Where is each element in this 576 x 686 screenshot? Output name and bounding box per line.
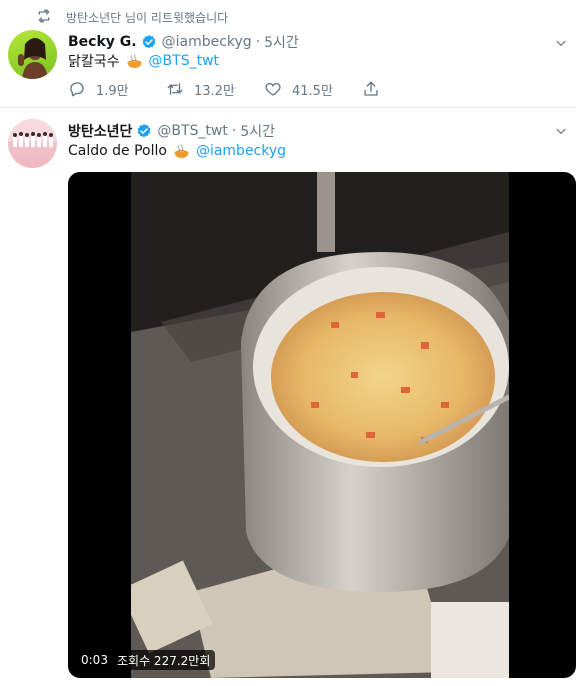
tweet-text-content: 닭칼국수 <box>68 54 120 70</box>
steaming-bowl-icon <box>126 53 142 68</box>
author-name[interactable]: Becky G. <box>68 34 137 50</box>
retweet-button[interactable]: 13.2만 <box>166 80 264 99</box>
retweet-context: 방탄소년단 님이 리트윗했습니다 <box>38 8 229 26</box>
tweet1-header: Becky G. @iambeckyg · 5시간 <box>68 32 299 52</box>
like-button[interactable]: 41.5만 <box>264 80 362 99</box>
chevron-down-icon[interactable] <box>554 124 568 138</box>
author-name[interactable]: 방탄소년단 <box>68 121 132 141</box>
like-count: 41.5만 <box>292 83 333 99</box>
mention-link[interactable]: @iambeckyg <box>196 143 286 159</box>
heart-icon <box>265 82 281 96</box>
verified-badge-icon <box>138 124 151 138</box>
mention-link[interactable]: @BTS_twt <box>149 53 219 69</box>
retweet-icon <box>167 83 183 95</box>
chevron-down-icon[interactable] <box>554 36 568 50</box>
video-frame <box>131 172 509 678</box>
video-timestamp: 0:03 <box>76 650 113 670</box>
reply-icon <box>70 82 84 97</box>
separator-dot: · <box>231 123 237 139</box>
share-icon <box>364 81 378 96</box>
author-handle[interactable]: @iambeckyg <box>162 34 252 50</box>
video-player[interactable]: 0:03 조회수 227.2만회 <box>68 172 576 678</box>
tweet-divider <box>0 107 576 108</box>
tweet2-text: Caldo de Pollo @iambeckyg <box>68 140 286 162</box>
retweet-count: 13.2만 <box>194 83 235 99</box>
verified-badge-icon <box>142 35 155 49</box>
reply-count: 1.9만 <box>96 83 129 99</box>
avatar-becky-g[interactable] <box>8 30 57 79</box>
tweet1-actions: 1.9만 13.2만 41.5만 <box>68 78 380 100</box>
tweet2-header: 방탄소년단 @BTS_twt · 5시간 <box>68 121 275 141</box>
separator-dot: · <box>255 34 261 50</box>
reply-button[interactable]: 1.9만 <box>68 80 166 99</box>
share-button[interactable] <box>362 80 380 98</box>
tweet-text-content: Caldo de Pollo <box>68 143 167 159</box>
avatar-bts[interactable] <box>8 119 57 168</box>
tweet-timestamp[interactable]: 5시간 <box>264 32 299 52</box>
tweet-timestamp[interactable]: 5시간 <box>240 121 275 141</box>
retweet-icon <box>38 9 50 23</box>
tweet1-text: 닭칼국수 @BTS_twt <box>68 50 219 72</box>
retweet-context-text: 방탄소년단 님이 리트윗했습니다 <box>66 10 229 25</box>
video-view-count: 조회수 227.2만회 <box>112 650 216 670</box>
author-handle[interactable]: @BTS_twt <box>157 123 227 139</box>
steaming-bowl-icon <box>174 143 189 158</box>
